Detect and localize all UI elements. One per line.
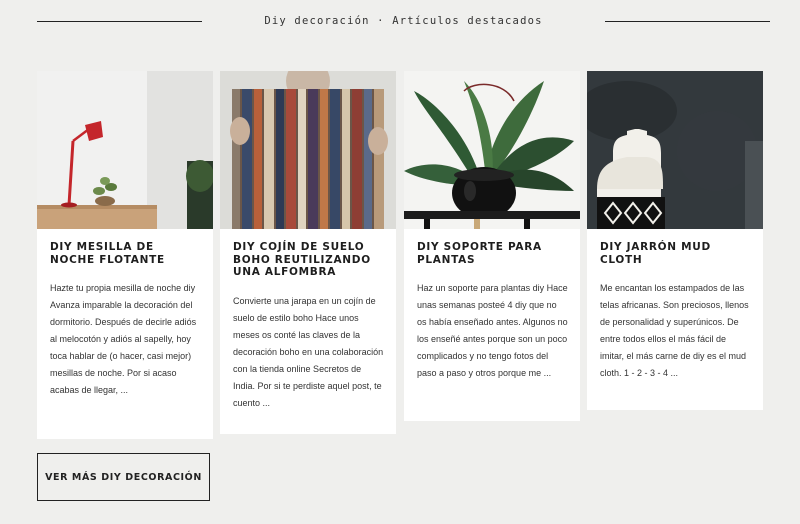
see-more-diy-button[interactable]: VER MÁS DIY DECORACIÓN bbox=[37, 453, 210, 501]
plant-stand-photo[interactable] bbox=[404, 71, 580, 229]
section-title: Diy decoración · Artículos destacados bbox=[264, 15, 543, 27]
article-title[interactable]: DIY SOPORTE PARA PLANTAS bbox=[417, 241, 568, 266]
header-rule-right bbox=[604, 20, 770, 22]
striped-rug-photo[interactable] bbox=[220, 71, 396, 229]
article-title[interactable]: DIY MESILLA DE NOCHE FLOTANTE bbox=[50, 241, 201, 266]
section-header: Diy decoración · Artículos destacados bbox=[37, 12, 770, 30]
red-lamp-photo[interactable] bbox=[37, 71, 213, 229]
mud-cloth-vase-photo[interactable] bbox=[587, 71, 763, 229]
article-excerpt: Me encantan los estampados de las telas … bbox=[600, 283, 749, 378]
article-card[interactable]: DIY SOPORTE PARA PLANTAS Haz un soporte … bbox=[404, 71, 580, 421]
article-title[interactable]: DIY COJÍN DE SUELO BOHO REUTILIZANDO UNA… bbox=[233, 241, 384, 279]
article-title[interactable]: DIY JARRÓN MUD CLOTH bbox=[600, 241, 751, 266]
article-excerpt: Convierte una jarapa en un cojín de suel… bbox=[233, 295, 384, 408]
article-card[interactable]: DIY JARRÓN MUD CLOTH Me encantan los est… bbox=[587, 71, 763, 410]
article-card[interactable]: DIY MESILLA DE NOCHE FLOTANTE Hazte tu p… bbox=[37, 71, 213, 439]
article-excerpt: Haz un soporte para plantas diy Hace una… bbox=[417, 283, 568, 378]
article-card[interactable]: DIY COJÍN DE SUELO BOHO REUTILIZANDO UNA… bbox=[220, 71, 396, 434]
article-excerpt: Hazte tu propia mesilla de noche diy Ava… bbox=[50, 283, 197, 395]
header-rule-left bbox=[37, 20, 202, 22]
